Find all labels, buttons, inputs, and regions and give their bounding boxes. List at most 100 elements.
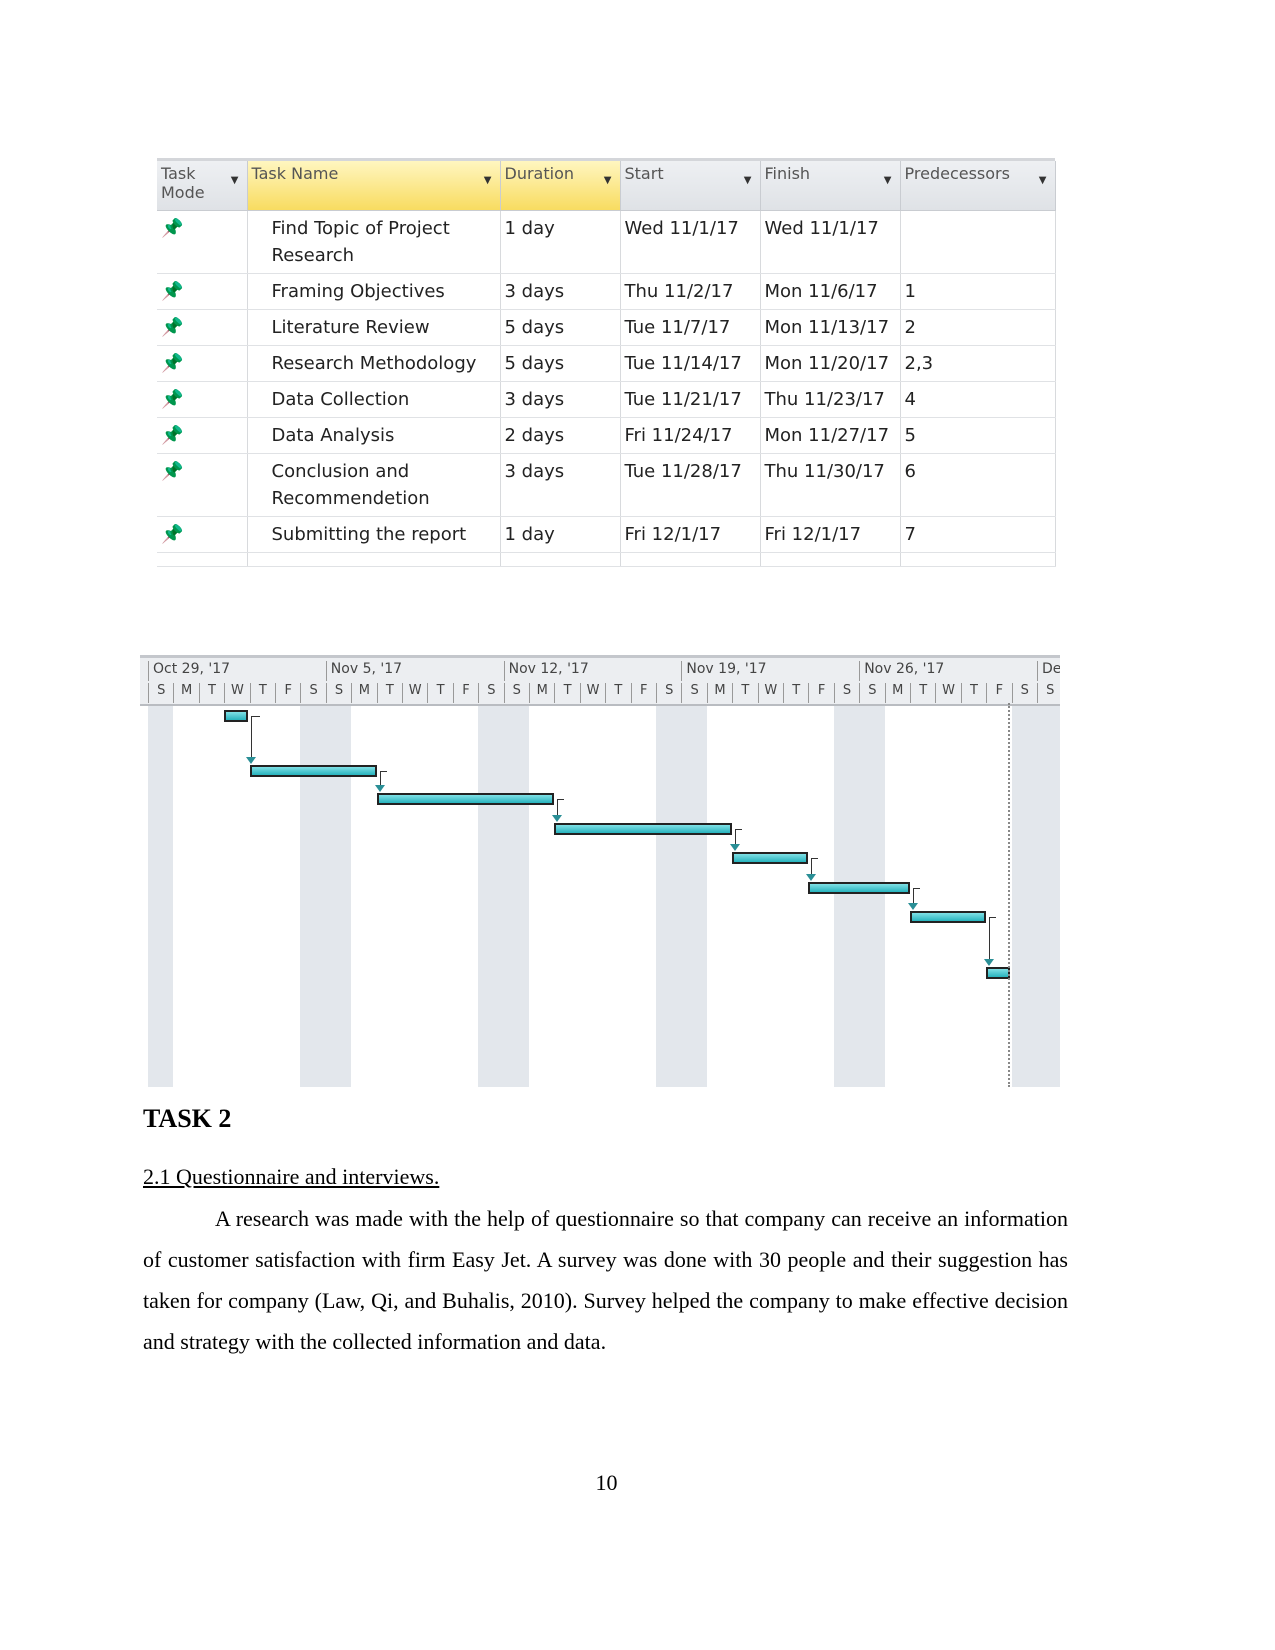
dropdown-arrow-icon[interactable]: ▼ [484,175,492,186]
day-label: T [732,683,757,703]
arrow-icon [984,959,995,966]
pushpin-icon: 📌 [161,353,184,374]
day-label: T [960,683,986,703]
column-header[interactable]: Task Name ▼ [247,161,501,211]
table-row[interactable]: 📌 Data Analysis 2 days Fri 11/24/17 Mon 11/2… [157,417,1056,454]
cell-pred: 2 [900,309,1056,346]
day-label: F [986,683,1011,703]
table-row[interactable]: 📌 Data Collection 3 days Tue 11/21/17 Thu 11… [157,381,1056,418]
dropdown-arrow-icon[interactable]: ▼ [604,175,612,186]
cell-duration: 5 days [500,309,621,346]
task-bar[interactable] [986,967,1010,979]
column-header-label: Duration [504,164,575,183]
cell-pred: 6 [900,453,1056,517]
day-label: S [478,683,503,703]
day-label: M [173,683,198,703]
dropdown-arrow-icon[interactable]: ▼ [744,175,752,186]
timescale-header: Oct 29, '17 Nov 5, '17 Nov 12, '17 Nov 19, … [140,655,1060,706]
cell-finish: Mon 11/20/17 [760,345,901,382]
task-bar[interactable] [910,911,987,923]
cell-duration: 1 day [500,516,621,553]
cell-start: Fri 12/1/17 [620,516,761,553]
cell-pred: 4 [900,381,1056,418]
day-label: T [783,683,808,703]
dropdown-arrow-icon[interactable]: ▼ [1039,175,1047,186]
gantt-chart: Oct 29, '17 Nov 5, '17 Nov 12, '17 Nov 19, … [140,655,1060,1087]
cell-name: Literature Review [247,309,501,346]
task-bar[interactable] [554,823,733,835]
dependency-link [250,716,260,760]
column-header[interactable]: Finish ▼ [760,161,901,211]
weekend-shading [833,703,860,1087]
cell-pred: 7 [900,516,1056,553]
table-row[interactable]: 📌 Framing Objectives 3 days Thu 11/2/17 Mon … [157,273,1056,310]
day-label: M [706,683,732,703]
cell-duration: 2 days [500,417,621,454]
cell-start: Wed 11/1/17 [620,210,761,274]
column-header-label: Finish [764,164,811,183]
weekend-shading [681,703,707,1087]
document-page: Task Mode ▼ Task Name ▼ Duration ▼ Start ▼ Finis… [0,0,1275,1650]
arrow-icon [245,757,256,764]
table-row[interactable]: 📌 Research Methodology 5 days Tue 11/14/17 M… [157,345,1056,382]
day-label: S [1037,683,1060,703]
task-bar[interactable] [249,765,377,777]
table-row[interactable]: 📌 Find Topic of Project Research 1 day Wed … [157,210,1056,274]
cell-name: Submitting the report [247,516,501,553]
day-label: W [402,683,427,703]
project-task-table: Task Mode ▼ Task Name ▼ Duration ▼ Start ▼ Finis… [157,158,1056,567]
cell-duration: 5 days [500,345,621,382]
arrow-icon [730,844,741,851]
cell-name: Find Topic of Project Research [247,210,501,274]
cell-start: Thu 11/2/17 [620,273,761,310]
cell-name: Framing Objectives [247,273,501,310]
day-label: S [681,683,706,703]
table-row[interactable]: 📌 Conclusion and Recommendetion 3 days Tue … [157,453,1056,517]
day-label: S [833,683,859,703]
day-label: T [910,683,935,703]
table-row[interactable]: 📌 Submitting the report 1 day Fri 12/1/17 Fr… [157,516,1056,553]
cell-start: Tue 11/28/17 [620,453,761,517]
day-label: T [554,683,579,703]
cell-finish: Mon 11/6/17 [760,273,901,310]
body-paragraph: A research was made with the help of que… [143,1206,1068,1354]
day-label: F [630,683,656,703]
column-header[interactable]: Start ▼ [620,161,761,211]
column-header-label: Start [624,164,664,183]
arrow-icon [806,874,817,881]
subsection-heading: 2.1 Questionnaire and interviews. [143,1164,440,1189]
day-label: M [351,683,376,703]
day-label: T [376,683,402,703]
cell-pred: 1 [900,273,1056,310]
cell-start: Fri 11/24/17 [620,417,761,454]
weekend-shading [859,703,885,1087]
dependency-link [989,917,997,962]
day-label: W [579,683,605,703]
task-bar[interactable] [376,793,555,805]
day-label: S [503,683,529,703]
page-number: 10 [595,1470,618,1495]
task-bar[interactable] [808,882,910,894]
day-label: F [275,683,300,703]
project-finish-line [1008,703,1010,1087]
week-label: Nov 26, '17 [859,661,1037,681]
day-label: S [325,683,351,703]
dropdown-arrow-icon[interactable]: ▼ [231,175,239,186]
week-label: Nov 12, '17 [503,661,682,681]
day-label: T [605,683,630,703]
column-header[interactable]: Task Mode ▼ [157,161,248,211]
weekend-shading [478,703,504,1087]
day-label: M [529,683,554,703]
day-label: M [884,683,910,703]
cell-start: Tue 11/7/17 [620,309,761,346]
task-bar[interactable] [732,852,809,864]
cell-pred [900,210,1056,274]
column-header[interactable]: Predecessors ▼ [900,161,1056,211]
table-row[interactable]: 📌 Literature Review 5 days Tue 11/7/17 Mon 1… [157,309,1056,346]
column-header[interactable]: Duration ▼ [500,161,621,211]
cell-duration: 1 day [500,210,621,274]
weekend-shading [656,703,682,1087]
cell-finish: Wed 11/1/17 [760,210,901,274]
task-bar[interactable] [224,710,248,722]
dropdown-arrow-icon[interactable]: ▼ [884,175,892,186]
